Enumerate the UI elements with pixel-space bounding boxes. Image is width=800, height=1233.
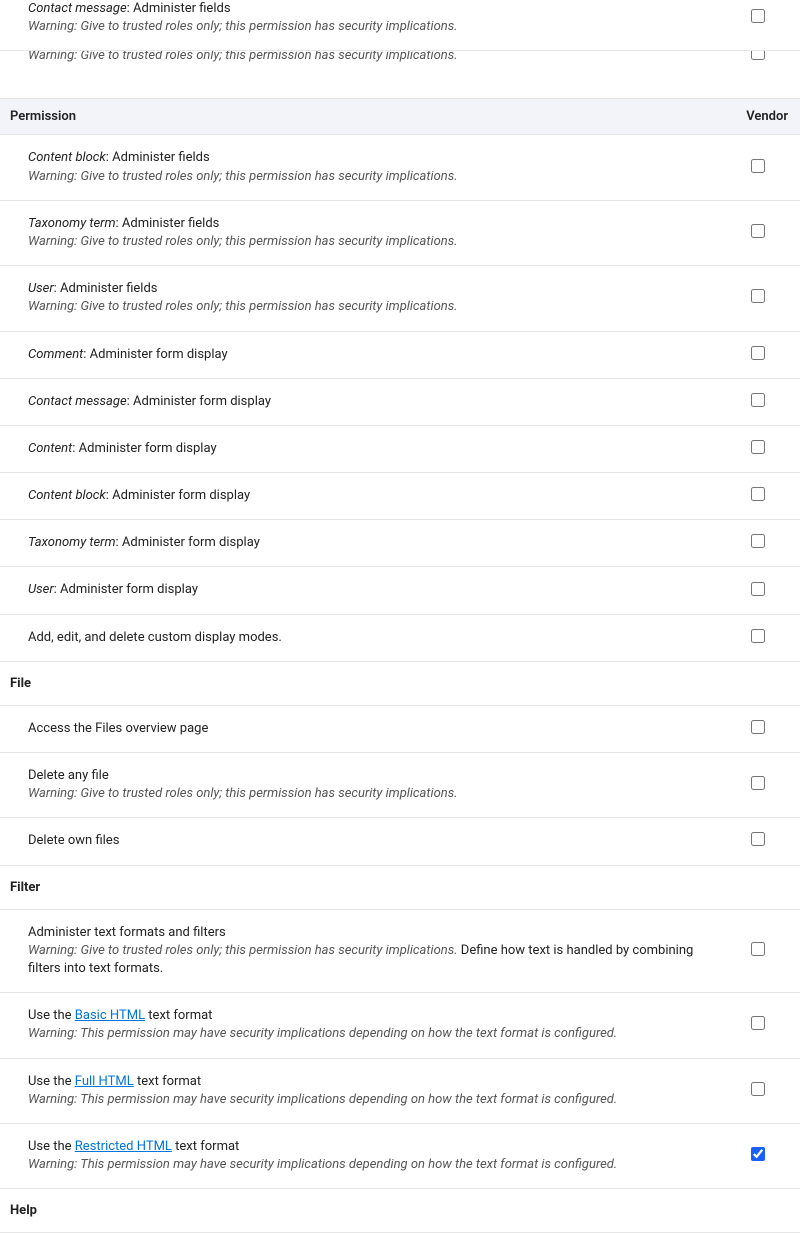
section-help: Help [0, 1189, 800, 1233]
permission-checkbox[interactable] [751, 629, 765, 643]
permission-checkbox[interactable] [751, 832, 765, 846]
header-permission: Permission [10, 109, 728, 124]
permission-checkbox[interactable] [751, 720, 765, 734]
permission-row: Comment: Administer form display [0, 332, 800, 379]
permission-label: Add, edit, and delete custom display mod… [28, 629, 728, 647]
permission-row: User: Administer fieldsWarning: Give to … [0, 266, 800, 331]
permission-label: Access the Files overview page [28, 720, 728, 738]
permission-checkbox[interactable] [751, 582, 765, 596]
permission-checkbox[interactable] [751, 51, 765, 60]
permission-checkbox[interactable] [751, 9, 765, 23]
permission-checkbox[interactable] [751, 289, 765, 303]
permission-label: Contact message: Administer fields Warni… [28, 0, 728, 36]
permission-checkbox[interactable] [751, 942, 765, 956]
permission-row: Delete own files [0, 818, 800, 865]
permission-label: Content: Administer fields Warning: Give… [28, 51, 728, 65]
permission-label: Delete any fileWarning: Give to trusted … [28, 767, 728, 803]
permission-row: Contact message: Administer form display [0, 379, 800, 426]
permission-label: Taxonomy term: Administer fieldsWarning:… [28, 215, 728, 251]
permission-row: Use the Basic HTML text formatWarning: T… [0, 993, 800, 1058]
permission-label: Content block: Administer form display [28, 487, 728, 505]
permission-label: Comment: Administer form display [28, 346, 728, 364]
permission-row: Use the Full HTML text formatWarning: Th… [0, 1059, 800, 1124]
permission-row: Content block: Administer form display [0, 473, 800, 520]
permission-row: Taxonomy term: Administer form display [0, 520, 800, 567]
table-header: Permission Vendor [0, 99, 800, 135]
permission-row: User: Administer form display [0, 567, 800, 614]
permission-checkbox[interactable] [751, 346, 765, 360]
text-format-link[interactable]: Restricted HTML [75, 1139, 172, 1154]
permission-label: Delete own files [28, 832, 728, 850]
header-vendor: Vendor [728, 109, 788, 124]
permission-row: Administer text formats and filters Warn… [0, 910, 800, 994]
permission-checkbox[interactable] [751, 224, 765, 238]
permission-row: Use the Restricted HTML text formatWarni… [0, 1124, 800, 1189]
permission-checkbox[interactable] [751, 534, 765, 548]
permission-label: User: Administer fieldsWarning: Give to … [28, 280, 728, 316]
permission-checkbox[interactable] [751, 1147, 765, 1161]
permission-label: Use the Restricted HTML text formatWarni… [28, 1138, 728, 1174]
permission-row: Content: Administer form display [0, 426, 800, 473]
permission-checkbox[interactable] [751, 487, 765, 501]
permission-row: Content: Administer fields Warning: Give… [0, 51, 800, 99]
permission-label: Use the Basic HTML text formatWarning: T… [28, 1007, 728, 1043]
permission-label: User: Administer form display [28, 581, 728, 599]
permission-checkbox[interactable] [751, 1082, 765, 1096]
permission-checkbox[interactable] [751, 159, 765, 173]
permission-checkbox[interactable] [751, 1016, 765, 1030]
text-format-link[interactable]: Full HTML [75, 1074, 134, 1089]
permission-label: Contact message: Administer form display [28, 393, 728, 411]
permission-checkbox[interactable] [751, 776, 765, 790]
permission-label: Administer text formats and filters Warn… [28, 924, 728, 979]
permission-checkbox[interactable] [751, 393, 765, 407]
permission-label: Content: Administer form display [28, 440, 728, 458]
permission-label: Content block: Administer fieldsWarning:… [28, 149, 728, 185]
permission-row: Taxonomy term: Administer fieldsWarning:… [0, 201, 800, 266]
permission-checkbox[interactable] [751, 440, 765, 454]
permission-row: Add, edit, and delete custom display mod… [0, 615, 800, 662]
permission-label: Taxonomy term: Administer form display [28, 534, 728, 552]
permission-row: Delete any fileWarning: Give to trusted … [0, 753, 800, 818]
permission-label: Use the Full HTML text formatWarning: Th… [28, 1073, 728, 1109]
permission-row: Content block: Administer fieldsWarning:… [0, 135, 800, 200]
section-file: File [0, 662, 800, 706]
permission-row: Contact message: Administer fields Warni… [0, 0, 800, 51]
permission-row: Access the Files overview page [0, 706, 800, 753]
text-format-link[interactable]: Basic HTML [75, 1008, 145, 1023]
section-filter: Filter [0, 866, 800, 910]
